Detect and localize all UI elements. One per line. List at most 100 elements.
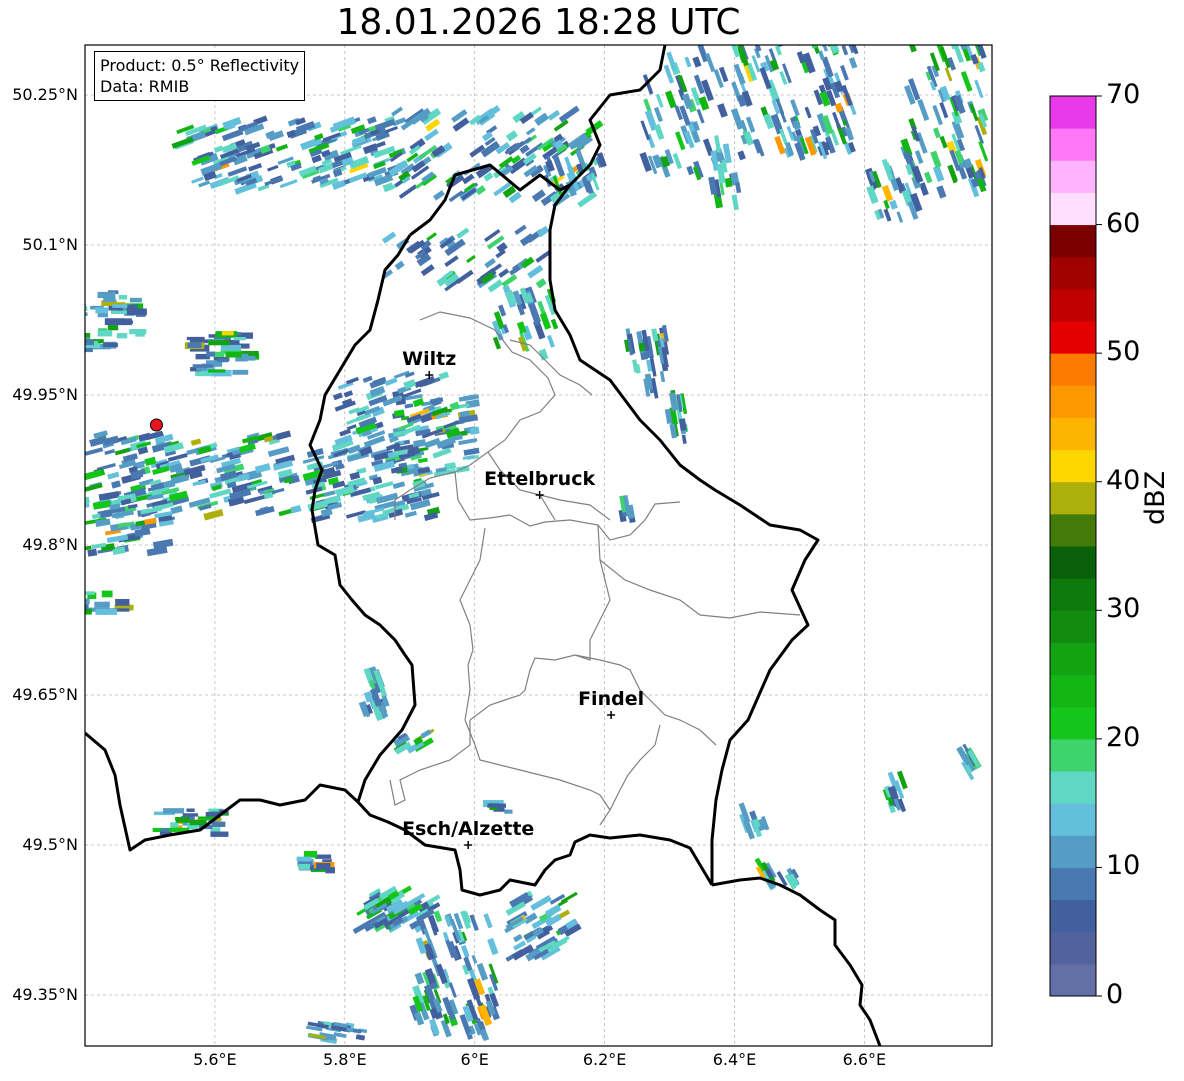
- echo-cell: [819, 21, 832, 44]
- colorbar-segment: [1050, 385, 1096, 418]
- colorbar-segment: [1050, 321, 1096, 354]
- echo-cell: [61, 297, 82, 301]
- lat-tick-label: 49.5°N: [22, 835, 78, 854]
- echo-cell: [62, 347, 83, 351]
- colorbar-segment: [1050, 224, 1096, 258]
- lon-tick-label: 5.6°E: [193, 1050, 237, 1069]
- colorbar-segment: [1050, 578, 1096, 611]
- lat-tick-label: 49.65°N: [12, 685, 78, 704]
- echo-cell: [208, 340, 230, 346]
- colorbar-segment: [1050, 353, 1096, 386]
- echo-cell: [216, 358, 229, 363]
- echo-cell: [103, 342, 118, 348]
- echo-cell: [814, 45, 824, 46]
- echo-cell: [220, 344, 242, 351]
- colorbar-segment: [1050, 931, 1096, 965]
- echo-cell: [56, 300, 78, 306]
- echo-cell: [738, 26, 747, 42]
- colorbar-tick-label: 20: [1106, 721, 1141, 753]
- echo-cell: [802, 22, 815, 44]
- echo-cell: [67, 347, 80, 352]
- colorbar-segment: [1050, 96, 1096, 129]
- colorbar-tick-label: 0: [1106, 979, 1124, 1010]
- echo-cell: [61, 311, 75, 316]
- echo-cell: [94, 601, 110, 608]
- colorbar: [1049, 95, 1102, 997]
- echo-cell: [50, 330, 70, 336]
- echo-cell: [189, 820, 207, 826]
- echo-cell: [247, 351, 259, 356]
- echo-cell: [95, 307, 109, 314]
- echo-cell: [55, 325, 76, 332]
- echo-cell: [72, 600, 84, 606]
- lat-tick-label: 49.95°N: [12, 385, 78, 404]
- colorbar-segment: [1050, 192, 1096, 226]
- echo-cell: [233, 337, 246, 341]
- echo-cell: [65, 594, 82, 600]
- radar-site-marker: [149, 418, 163, 432]
- echo-cell: [163, 808, 185, 814]
- colorbar-segment: [1050, 546, 1096, 579]
- echo-cell: [325, 867, 335, 874]
- colorbar-segment: [1050, 642, 1096, 676]
- echo-cell: [61, 348, 77, 353]
- echo-cell: [232, 369, 249, 375]
- echo-cell: [186, 336, 205, 341]
- echo-cell: [773, 45, 781, 46]
- echo-cell: [314, 854, 332, 859]
- echo-cell: [791, 45, 802, 47]
- echo-cell: [85, 598, 90, 605]
- colorbar-segment: [1050, 160, 1096, 193]
- lat-tick-label: 50.1°N: [22, 235, 78, 254]
- echo-cell: [820, 45, 830, 46]
- echo-cell: [487, 803, 506, 808]
- echo-cell: [68, 300, 84, 307]
- lon-tick-label: 5.8°E: [323, 1050, 367, 1069]
- echo-cell: [85, 315, 86, 320]
- city-label: Findel: [578, 688, 644, 710]
- echo-cell: [95, 608, 118, 615]
- colorbar-segment: [1050, 963, 1096, 997]
- colorbar-segment: [1050, 610, 1096, 643]
- echo-cell: [116, 333, 128, 339]
- city-label: Wiltz: [402, 348, 456, 370]
- echo-cell: [107, 324, 119, 331]
- echo-cell: [72, 516, 82, 522]
- echo-cell: [225, 351, 242, 358]
- echo-cell: [69, 320, 84, 327]
- echo-cell: [170, 822, 179, 828]
- colorbar-segment: [1050, 899, 1096, 933]
- echo-cell: [85, 347, 86, 354]
- echo-cell: [67, 599, 81, 603]
- colorbar-segment: [1050, 706, 1096, 740]
- colorbar-segment: [1050, 128, 1096, 161]
- echo-cell: [799, 23, 810, 44]
- echo-cell: [949, 30, 959, 43]
- colorbar-tick-label: 50: [1106, 336, 1141, 368]
- colorbar-tick-label: 40: [1106, 464, 1141, 496]
- echo-cell: [135, 331, 145, 337]
- echo-cell: [221, 331, 234, 336]
- colorbar-segment: [1050, 771, 1096, 804]
- echo-cell: [182, 813, 199, 817]
- echo-cell: [296, 856, 312, 862]
- echo-cell: [118, 294, 128, 300]
- colorbar-tick-label: 60: [1106, 207, 1141, 239]
- lon-tick-label: 6.2°E: [582, 1050, 627, 1069]
- colorbar-segment: [1050, 481, 1096, 515]
- city-label: Ettelbruck: [484, 468, 595, 490]
- echo-cell: [61, 327, 73, 331]
- lat-tick-label: 49.8°N: [22, 535, 78, 554]
- echo-cell: [97, 291, 116, 299]
- colorbar-segment: [1050, 256, 1096, 290]
- lon-tick-label: 6.6°E: [842, 1050, 887, 1069]
- echo-cell: [64, 293, 79, 296]
- colorbar-segment: [1050, 803, 1096, 836]
- colorbar-tick-label: 70: [1106, 79, 1141, 110]
- echo-cell: [67, 321, 76, 325]
- echo-cell: [65, 305, 81, 309]
- colorbar-segment: [1050, 288, 1096, 322]
- echo-cell: [815, 45, 827, 47]
- product-info-box: Product: 0.5° Reflectivity Data: RMIB: [94, 51, 306, 101]
- product-label: Product: 0.5° Reflectivity: [100, 56, 300, 75]
